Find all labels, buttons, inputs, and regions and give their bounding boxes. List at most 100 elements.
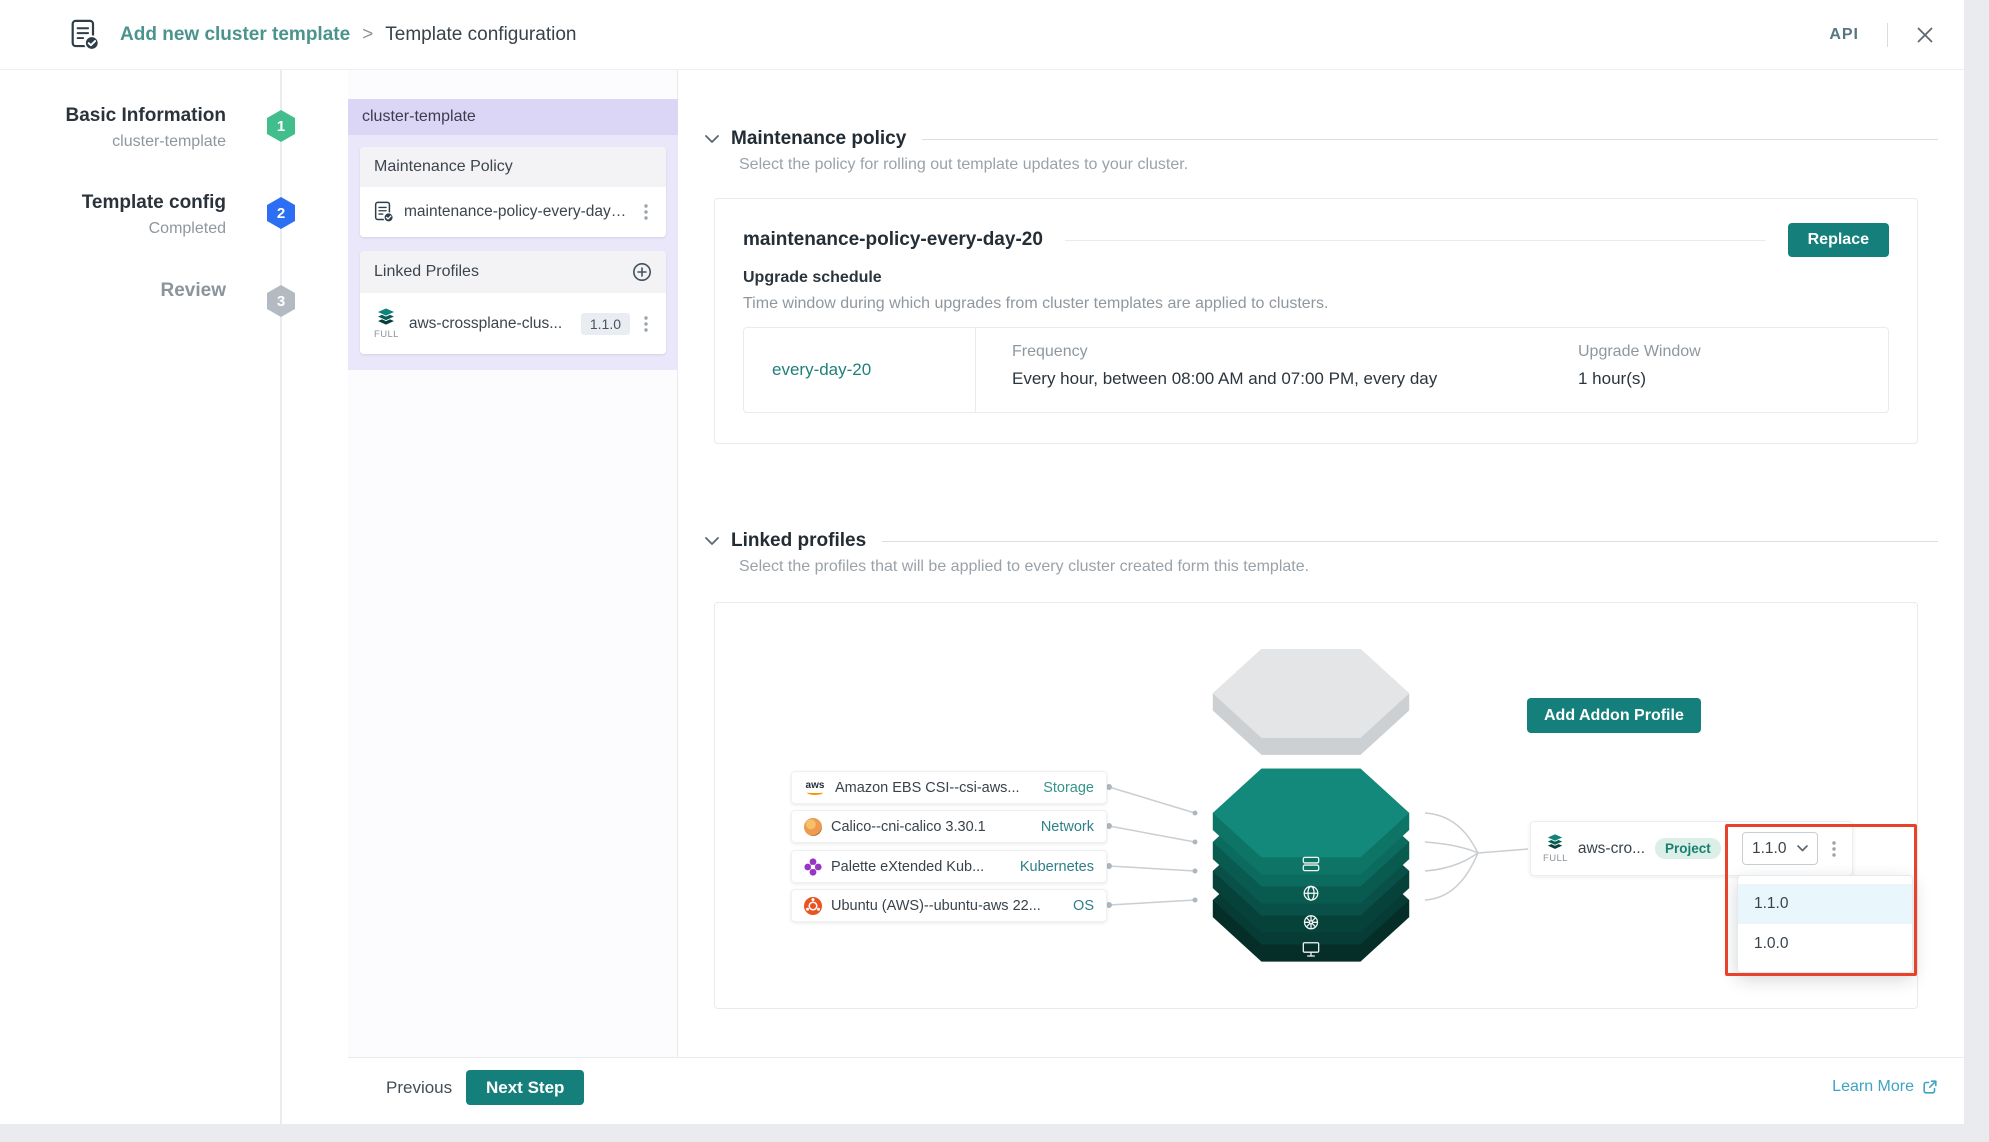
step-subtitle: cluster-template [0, 133, 226, 151]
step-number: 2 [277, 205, 285, 222]
profiles-section-title: Linked profiles [731, 530, 866, 552]
maintenance-section-title: Maintenance policy [731, 128, 906, 150]
layer-row-kubernetes[interactable]: Palette eXtended Kub... Kubernetes [791, 850, 1107, 883]
version-dropdown-menu: 1.1.0 1.0.0 [1737, 875, 1913, 973]
addon-scope-label: FULL [1543, 853, 1568, 864]
maintenance-policy-name: maintenance-policy-every-day-20 [743, 229, 1043, 251]
version-option-1-0-0[interactable]: 1.0.0 [1738, 924, 1912, 964]
breadcrumb-current-page: Template configuration [385, 24, 576, 46]
chevron-down-icon [1797, 845, 1808, 852]
tree-root-header: cluster-template [348, 99, 678, 135]
step-badge-2: 2 [267, 197, 295, 229]
breadcrumb: Add new cluster template > Template conf… [120, 24, 576, 46]
api-button[interactable]: API [1829, 26, 1859, 44]
pxk-icon [804, 858, 822, 876]
tree-maintenance-item[interactable]: maintenance-policy-every-day-20 [360, 187, 666, 237]
version-select-value: 1.1.0 [1752, 840, 1786, 858]
layer-row-os[interactable]: Ubuntu (AWS)--ubuntu-aws 22... OS [791, 889, 1107, 922]
layer-name: Amazon EBS CSI--csi-aws... [835, 780, 1034, 796]
layer-type: OS [1073, 898, 1094, 914]
kebab-menu-icon[interactable] [640, 314, 652, 334]
step-title: Template config [0, 192, 226, 214]
card-rule [1065, 240, 1766, 241]
tree-root-label: cluster-template [362, 108, 476, 126]
ubuntu-icon [804, 897, 822, 915]
add-profile-plus-icon[interactable] [632, 262, 652, 282]
layer-type: Kubernetes [1020, 859, 1094, 875]
footer-divider [348, 1057, 1964, 1058]
stepper-step-basic-information[interactable]: Basic Information cluster-template [0, 105, 226, 151]
profiles-section-subtitle: Select the profiles that will be applied… [739, 558, 1309, 576]
calico-icon [804, 818, 822, 836]
stepper-step-review[interactable]: Review [0, 280, 226, 302]
header-divider [1887, 23, 1888, 47]
learn-more-label: Learn More [1832, 1078, 1914, 1096]
addon-profile-name: aws-cro... [1578, 840, 1645, 858]
add-addon-profile-button[interactable]: Add Addon Profile [1527, 698, 1701, 733]
project-badge: Project [1655, 838, 1721, 859]
external-link-icon [1922, 1079, 1938, 1095]
chevron-down-icon[interactable] [705, 537, 719, 546]
next-step-button[interactable]: Next Step [466, 1070, 584, 1105]
addon-profile-card[interactable]: FULL aws-cro... Project 1.1.0 [1530, 821, 1853, 876]
profile-layers-icon [1545, 833, 1565, 851]
layer-type: Network [1041, 819, 1094, 835]
profile-scope: FULL [374, 307, 399, 340]
replace-button[interactable]: Replace [1788, 223, 1889, 257]
chevron-down-icon[interactable] [705, 135, 719, 144]
schedule-name: every-day-20 [744, 328, 976, 412]
tree-maintenance-item-name: maintenance-policy-every-day-20 [404, 203, 630, 221]
frequency-label: Frequency [1012, 343, 1578, 361]
schedule-details-box: every-day-20 Frequency Every hour, betwe… [743, 327, 1889, 413]
tree-profile-item-name: aws-crossplane-clus... [409, 315, 571, 333]
tree-profiles-header: Linked Profiles [360, 251, 666, 293]
version-option-1-1-0[interactable]: 1.1.0 [1738, 884, 1912, 924]
layer-row-storage[interactable]: aws Amazon EBS CSI--csi-aws... Storage [791, 771, 1107, 804]
layer-name: Calico--cni-calico 3.30.1 [831, 819, 1032, 835]
profiles-section-header: Linked profiles [705, 530, 1938, 552]
section-rule [882, 541, 1938, 542]
upgrade-schedule-description: Time window during which upgrades from c… [743, 295, 1889, 313]
profile-layer-stack [1155, 649, 1467, 965]
template-document-icon [70, 19, 100, 51]
kebab-menu-icon[interactable] [1828, 839, 1840, 859]
aws-icon: aws [804, 781, 826, 795]
linked-profiles-card: aws Amazon EBS CSI--csi-aws... Storage C… [714, 602, 1918, 1009]
profile-layers-icon [375, 307, 397, 327]
frequency-value: Every hour, between 08:00 AM and 07:00 P… [1012, 369, 1578, 389]
maintenance-section-header: Maintenance policy [705, 128, 1938, 150]
tree-body: Maintenance Policy maintenance-policy-ev… [348, 135, 678, 370]
tree-profiles-title: Linked Profiles [374, 263, 479, 281]
layer-type: Storage [1043, 780, 1094, 796]
tree-maintenance-title: Maintenance Policy [374, 158, 513, 176]
upgrade-window-label: Upgrade Window [1578, 343, 1888, 361]
policy-document-icon [374, 201, 394, 223]
section-rule [922, 139, 1938, 140]
step-title: Review [0, 280, 226, 302]
layer-name: Ubuntu (AWS)--ubuntu-aws 22... [831, 898, 1064, 914]
breadcrumb-add-new-cluster-template[interactable]: Add new cluster template [120, 24, 350, 46]
profile-version-chip: 1.1.0 [581, 313, 630, 335]
stepper-step-template-config[interactable]: Template config Completed [0, 192, 226, 238]
step-badge-1: 1 [267, 110, 295, 142]
layer-name: Palette eXtended Kub... [831, 859, 1011, 875]
step-title: Basic Information [0, 105, 226, 127]
layer-row-network[interactable]: Calico--cni-calico 3.30.1 Network [791, 810, 1107, 843]
previous-button[interactable]: Previous [380, 1070, 458, 1105]
addon-scope: FULL [1543, 833, 1568, 864]
version-select[interactable]: 1.1.0 [1742, 832, 1818, 865]
breadcrumb-separator: > [362, 24, 373, 46]
learn-more-link[interactable]: Learn More [1832, 1078, 1938, 1096]
upgrade-schedule-title: Upgrade schedule [743, 269, 1889, 287]
profile-scope-label: FULL [374, 329, 399, 340]
kebab-menu-icon[interactable] [640, 202, 652, 222]
schedule-frequency-cell: Frequency Every hour, between 08:00 AM a… [976, 328, 1578, 412]
tree-profile-item[interactable]: FULL aws-crossplane-clus... 1.1.0 [360, 293, 666, 354]
close-icon[interactable] [1916, 26, 1934, 44]
step-number: 1 [277, 118, 285, 135]
cluster-template-tree: cluster-template Maintenance Policy main… [348, 99, 678, 370]
tree-maintenance-header: Maintenance Policy [360, 147, 666, 187]
tree-linked-profiles-card: Linked Profiles FULL [360, 251, 666, 354]
maintenance-policy-card: maintenance-policy-every-day-20 Replace … [714, 198, 1918, 444]
cluster-template-wizard: Add new cluster template > Template conf… [0, 0, 1964, 1124]
